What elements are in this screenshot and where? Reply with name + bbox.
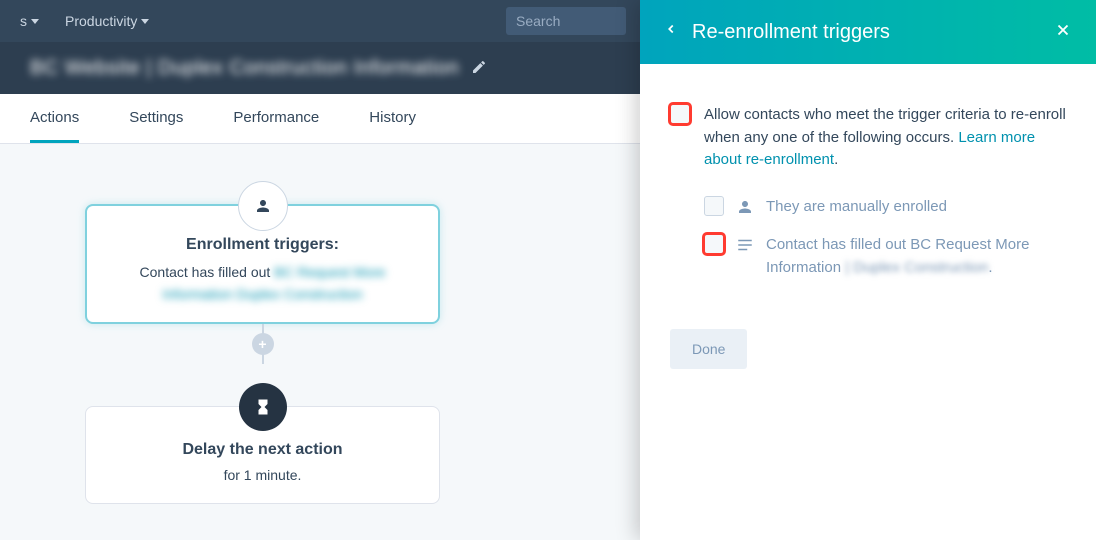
tab-performance[interactable]: Performance xyxy=(233,94,319,143)
search-input[interactable] xyxy=(506,7,626,35)
done-button[interactable]: Done xyxy=(670,329,747,369)
add-action-button[interactable]: + xyxy=(252,333,274,355)
tab-label: Performance xyxy=(233,109,319,126)
enrollment-link: BC Request More xyxy=(274,264,385,280)
close-icon[interactable] xyxy=(1054,19,1072,45)
enrollment-text: Contact has filled out BC Request More I… xyxy=(107,264,418,302)
sub-option-manual: They are manually enrolled xyxy=(704,196,1066,219)
period: . xyxy=(834,151,838,168)
person-icon xyxy=(736,198,754,216)
form-icon xyxy=(736,236,754,254)
enrollment-prefix: Contact has filled out xyxy=(140,264,275,280)
hourglass-circle-icon xyxy=(239,383,287,431)
sub-option-label: They are manually enrolled xyxy=(766,196,1066,219)
nav-item-label: Productivity xyxy=(65,13,137,29)
back-chevron-icon[interactable] xyxy=(664,19,678,45)
enrollment-heading: Enrollment triggers: xyxy=(107,236,418,254)
search-container xyxy=(506,7,626,35)
tab-history[interactable]: History xyxy=(369,94,416,143)
nav-item-productivity[interactable]: Productivity xyxy=(55,13,159,29)
workflow-title: BC Website | Duplex Construction Informa… xyxy=(30,57,459,80)
period: . xyxy=(988,259,992,276)
manual-enroll-checkbox[interactable] xyxy=(704,196,724,216)
tab-label: Actions xyxy=(30,109,79,126)
panel-body: Allow contacts who meet the trigger crit… xyxy=(640,64,1096,409)
caret-down-icon xyxy=(141,19,149,24)
sub-option-label: Contact has filled out BC Request More I… xyxy=(766,234,1066,279)
form-reenroll-checkbox[interactable] xyxy=(704,234,724,254)
caret-down-icon xyxy=(31,19,39,24)
delay-heading: Delay the next action xyxy=(106,441,419,459)
panel-header: Re-enrollment triggers xyxy=(640,0,1096,64)
enrollment-trigger-card[interactable]: Enrollment triggers: Contact has filled … xyxy=(85,204,440,324)
delay-sub: for 1 minute. xyxy=(106,467,419,483)
delay-action-card[interactable]: Delay the next action for 1 minute. xyxy=(85,406,440,504)
main-option-row: Allow contacts who meet the trigger crit… xyxy=(670,104,1066,172)
enrollment-link-2: Information Duplex Construction xyxy=(107,286,418,302)
reenrollment-panel: Re-enrollment triggers Allow contacts wh… xyxy=(640,0,1096,540)
tab-label: History xyxy=(369,109,416,126)
form-blurred: | Duplex Construction xyxy=(845,259,988,276)
edit-pencil-icon[interactable] xyxy=(471,59,487,78)
nav-item-s[interactable]: s xyxy=(10,13,49,29)
form-prefix: Contact has filled out xyxy=(766,236,910,253)
main-option-text: Allow contacts who meet the trigger crit… xyxy=(704,104,1066,172)
sub-option-form: Contact has filled out BC Request More I… xyxy=(704,234,1066,279)
connector-line: + xyxy=(262,324,264,364)
person-circle-icon xyxy=(238,181,288,231)
workflow-flow: Enrollment triggers: Contact has filled … xyxy=(85,204,440,504)
tab-actions[interactable]: Actions xyxy=(30,94,79,143)
panel-title: Re-enrollment triggers xyxy=(692,21,1040,44)
tab-settings[interactable]: Settings xyxy=(129,94,183,143)
tab-label: Settings xyxy=(129,109,183,126)
allow-reenroll-checkbox[interactable] xyxy=(670,104,690,124)
nav-item-label: s xyxy=(20,13,27,29)
sub-options: They are manually enrolled Contact has f… xyxy=(704,196,1066,280)
